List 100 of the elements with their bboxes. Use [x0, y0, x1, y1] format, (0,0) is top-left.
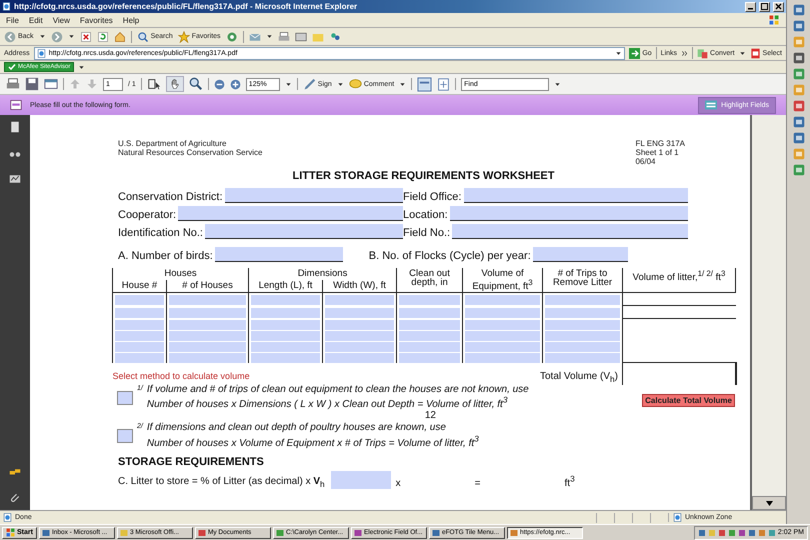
table-input[interactable]	[325, 352, 394, 363]
table-input[interactable]	[251, 352, 320, 363]
print-icon[interactable]	[6, 77, 20, 91]
app-icon[interactable]	[792, 52, 804, 64]
input-field[interactable]	[450, 206, 688, 221]
table-input[interactable]	[545, 330, 620, 341]
forward-icon[interactable]	[50, 30, 63, 42]
chevron-icon[interactable]	[681, 50, 688, 56]
table-input[interactable]	[465, 330, 540, 341]
save-icon[interactable]	[25, 77, 39, 91]
maximize-button[interactable]	[759, 2, 770, 12]
up-arrow-icon[interactable]	[69, 78, 81, 90]
caret-icon[interactable]	[284, 80, 292, 88]
caret-icon[interactable]	[615, 50, 622, 56]
zoom-icon[interactable]	[188, 77, 203, 91]
table-input[interactable]	[325, 308, 394, 318]
input-field[interactable]	[330, 471, 391, 490]
table-input[interactable]	[545, 342, 620, 352]
table-input[interactable]	[399, 342, 460, 352]
table-input[interactable]	[399, 330, 460, 341]
caret-icon[interactable]	[266, 33, 273, 40]
down-arrow-icon[interactable]	[86, 78, 98, 90]
table-input[interactable]	[325, 342, 394, 352]
table-input[interactable]	[545, 294, 620, 305]
page-icon[interactable]	[3, 513, 12, 522]
app-icon[interactable]	[792, 116, 804, 128]
close-button[interactable]	[773, 2, 784, 12]
table-input[interactable]	[251, 330, 320, 341]
table-input[interactable]	[465, 294, 540, 305]
table-input[interactable]	[399, 308, 460, 318]
hand-tool-button[interactable]	[166, 76, 184, 92]
table-input[interactable]	[325, 320, 394, 330]
menu-item[interactable]: Edit	[28, 16, 43, 24]
scroll-down-button[interactable]	[752, 496, 786, 510]
select-text-icon[interactable]	[146, 77, 161, 91]
table-input[interactable]	[325, 294, 394, 305]
caret-icon[interactable]	[38, 33, 46, 40]
stop-icon[interactable]	[80, 30, 92, 42]
zoom-out-icon[interactable]	[214, 78, 225, 90]
table-input[interactable]	[169, 294, 246, 305]
caret-icon[interactable]	[68, 33, 75, 40]
table-input[interactable]	[169, 330, 246, 341]
input-field[interactable]	[205, 224, 403, 239]
menu-item[interactable]: File	[6, 16, 19, 24]
email-icon[interactable]	[44, 77, 58, 91]
table-input[interactable]	[545, 320, 620, 330]
paperclip-icon[interactable]	[9, 492, 21, 504]
table-input[interactable]	[399, 352, 460, 363]
menu-item[interactable]: View	[52, 16, 70, 24]
table-input[interactable]	[169, 320, 246, 330]
app-icon[interactable]	[792, 68, 804, 80]
browser-icon[interactable]	[2, 2, 11, 11]
input-field[interactable]	[452, 224, 688, 239]
refresh-icon[interactable]	[96, 30, 109, 42]
messenger-icon[interactable]	[328, 30, 341, 42]
table-input[interactable]	[115, 320, 164, 330]
fit-page-icon[interactable]	[437, 78, 450, 90]
table-input[interactable]	[115, 294, 164, 305]
caret-icon[interactable]	[554, 80, 562, 88]
table-input[interactable]	[465, 352, 540, 363]
caret-icon[interactable]	[399, 80, 406, 88]
input-field[interactable]	[214, 247, 343, 262]
pages-icon[interactable]	[9, 121, 21, 133]
table-input[interactable]	[115, 330, 164, 341]
table-input[interactable]	[115, 308, 164, 318]
edit-icon[interactable]	[294, 30, 307, 42]
zoom-in-icon[interactable]	[230, 78, 241, 90]
table-input[interactable]	[399, 294, 460, 305]
print-icon[interactable]	[278, 30, 290, 42]
menu-item[interactable]: Favorites	[80, 16, 113, 24]
page-icon[interactable]	[36, 48, 46, 58]
table-input[interactable]	[399, 320, 460, 330]
caret-icon[interactable]	[738, 50, 746, 56]
table-input[interactable]	[465, 342, 540, 352]
fit-width-icon[interactable]	[417, 76, 432, 92]
home-icon[interactable]	[114, 30, 126, 42]
app-icon[interactable]	[792, 164, 804, 176]
input-field[interactable]	[178, 206, 403, 221]
table-input[interactable]	[169, 308, 246, 318]
app-icon[interactable]	[792, 132, 804, 144]
app-icon[interactable]	[792, 20, 804, 32]
table-input[interactable]	[251, 320, 320, 330]
app-icon[interactable]	[792, 100, 804, 112]
app-icon[interactable]	[792, 4, 804, 16]
table-input[interactable]	[251, 308, 320, 318]
caret-icon[interactable]	[78, 64, 86, 70]
table-input[interactable]	[115, 352, 164, 363]
input-field[interactable]	[532, 247, 628, 262]
caret-icon[interactable]	[336, 80, 344, 88]
input-field[interactable]	[224, 188, 403, 203]
table-input[interactable]	[115, 342, 164, 352]
minimize-button[interactable]	[745, 2, 756, 12]
media-icon[interactable]	[226, 30, 238, 42]
table-input[interactable]	[465, 320, 540, 330]
method-checkbox[interactable]	[117, 390, 133, 405]
input-field[interactable]	[464, 188, 688, 203]
calculate-button[interactable]: Calculate Total Volume	[642, 394, 735, 407]
table-input[interactable]	[251, 342, 320, 352]
table-input[interactable]	[545, 352, 620, 363]
menu-item[interactable]: Help	[122, 16, 140, 24]
